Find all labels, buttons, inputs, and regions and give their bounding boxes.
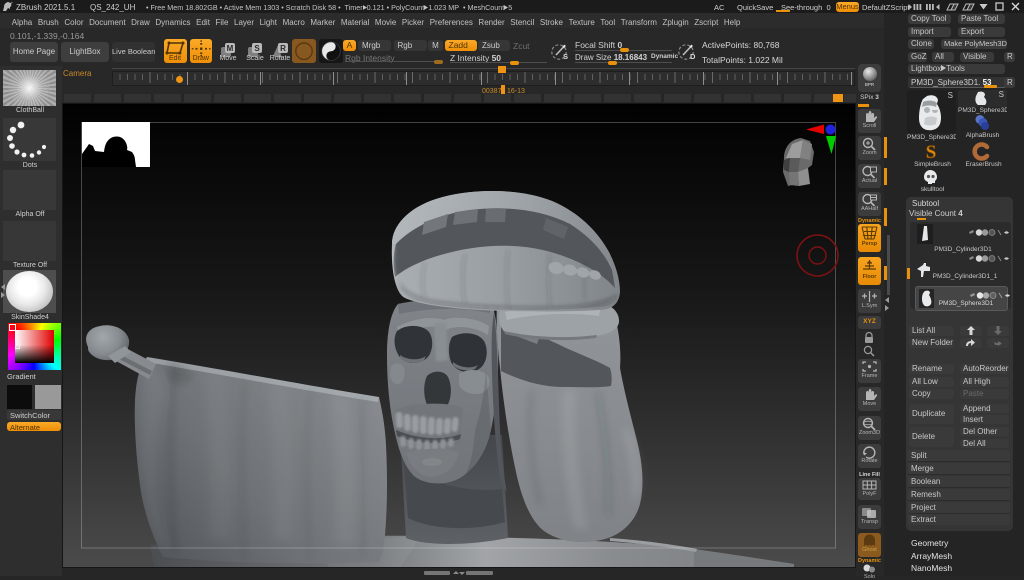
svg-text:R: R bbox=[280, 44, 286, 53]
svg-text:S: S bbox=[926, 142, 937, 161]
svg-text:S: S bbox=[254, 44, 260, 53]
svg-text:M: M bbox=[227, 44, 234, 53]
svg-text:D: D bbox=[690, 52, 696, 61]
svg-text:S: S bbox=[563, 52, 568, 61]
